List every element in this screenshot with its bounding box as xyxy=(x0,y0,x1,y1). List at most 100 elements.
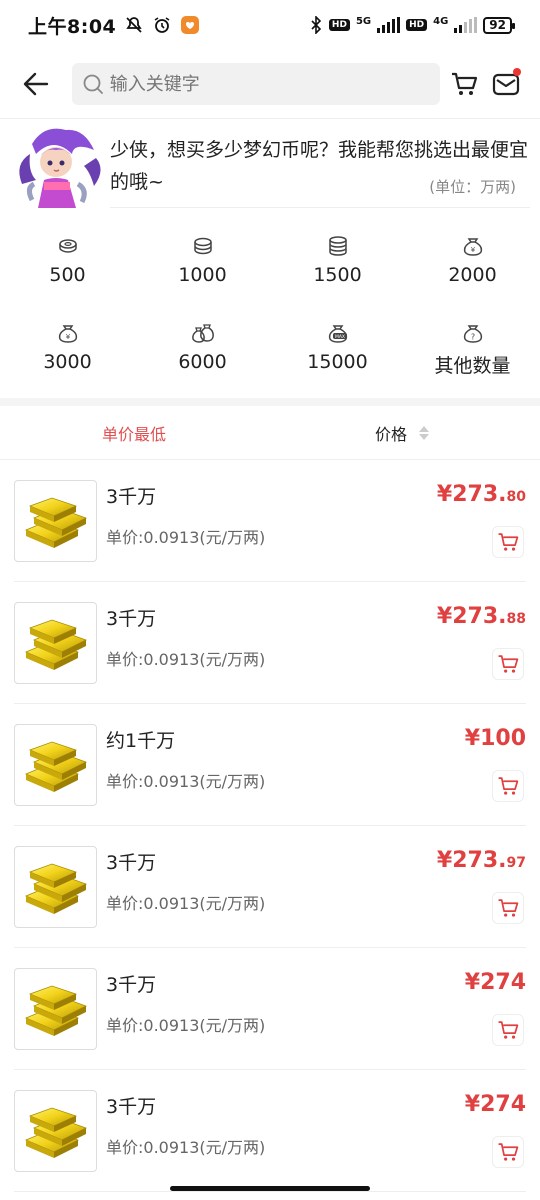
cart-button[interactable] xyxy=(446,64,482,104)
amount-option-1000[interactable]: 1000 xyxy=(135,222,270,309)
add-to-cart-button[interactable] xyxy=(492,770,524,802)
price-main: ¥273. xyxy=(436,848,507,873)
price-decimal: 88 xyxy=(506,611,526,627)
list-item[interactable]: 3千万 单价:0.0913(元/万两) ¥273.80 xyxy=(14,460,526,582)
amount-option-2000[interactable]: ¥ 2000 xyxy=(405,222,540,309)
message-button[interactable] xyxy=(488,64,524,104)
gold-bars-image xyxy=(14,968,97,1050)
gold-bars-image xyxy=(14,1090,97,1172)
search-input[interactable] xyxy=(109,73,430,95)
svg-text:?: ? xyxy=(470,333,474,342)
money-bag-max-icon: MAX xyxy=(328,325,347,343)
price-main: ¥100 xyxy=(464,726,526,751)
item-title: 3千万 xyxy=(106,608,157,630)
search-icon xyxy=(83,74,103,94)
item-unit-price: 单价:0.0913(元/万两) xyxy=(106,1138,266,1157)
gold-bars-icon xyxy=(24,985,87,1036)
search-box[interactable] xyxy=(71,63,440,105)
svg-text:¥: ¥ xyxy=(470,246,475,254)
helper-banner: 少侠，想买多少梦幻币呢？我能帮您挑选出最便宜的哦~ (单位：万两) xyxy=(0,120,540,208)
assistant-avatar xyxy=(19,128,101,208)
amount-label: 500 xyxy=(49,264,86,286)
gold-bars-icon xyxy=(24,619,87,670)
amount-option-15000[interactable]: MAX 15000 xyxy=(270,309,405,396)
amount-label: 3000 xyxy=(43,351,92,373)
header-divider xyxy=(0,118,540,119)
banner-divider xyxy=(110,207,530,208)
amount-label: 2000 xyxy=(448,264,497,286)
sort-by-price[interactable]: 价格 xyxy=(375,421,430,445)
unit-label: (单位：万两) xyxy=(429,178,516,196)
net-4g-label: 4G xyxy=(433,15,449,27)
item-unit-price: 单价:0.0913(元/万两) xyxy=(106,772,266,791)
gold-bars-icon xyxy=(24,863,87,914)
money-bag-question-icon: ? xyxy=(463,325,482,343)
amount-label: 1500 xyxy=(313,264,362,286)
add-to-cart-button[interactable] xyxy=(492,1014,524,1046)
amount-option-1500[interactable]: 1500 xyxy=(270,222,405,309)
item-unit-price: 单价:0.0913(元/万两) xyxy=(106,894,266,913)
sort-toggle-icon xyxy=(419,425,430,440)
money-bags-icon xyxy=(191,324,214,343)
item-title: 3千万 xyxy=(106,852,157,874)
hd-badge-2: HD xyxy=(406,19,428,31)
top-bar xyxy=(0,50,540,118)
unread-dot xyxy=(512,68,521,76)
svg-text:MAX: MAX xyxy=(334,334,344,340)
list-item[interactable]: 3千万 单价:0.0913(元/万两) ¥274 xyxy=(14,1070,526,1192)
list-item[interactable]: 3千万 单价:0.0913(元/万两) ¥274 xyxy=(14,948,526,1070)
amount-option-500[interactable]: 500 xyxy=(0,222,135,309)
price-main: ¥273. xyxy=(436,604,507,629)
coins-stack-icon xyxy=(193,237,212,255)
item-title: 约1千万 xyxy=(106,730,176,752)
home-indicator[interactable] xyxy=(170,1186,370,1191)
cart-icon xyxy=(498,899,519,917)
gold-bars-image xyxy=(14,846,97,928)
item-title: 3千万 xyxy=(106,486,157,508)
money-bag-icon: ¥ xyxy=(58,325,77,343)
battery-indicator: 92 xyxy=(483,16,515,34)
cart-icon xyxy=(498,533,519,551)
arrow-left-icon xyxy=(23,72,49,96)
item-unit-price: 单价:0.0913(元/万两) xyxy=(106,1016,266,1035)
item-price: ¥273.88 xyxy=(437,604,526,629)
add-to-cart-button[interactable] xyxy=(492,892,524,924)
add-to-cart-button[interactable] xyxy=(492,1136,524,1168)
sort-price-label: 价格 xyxy=(375,424,408,444)
bluetooth-icon xyxy=(311,16,322,34)
gold-bars-icon xyxy=(24,1107,87,1158)
money-bag-icon: ¥ xyxy=(463,238,482,256)
back-button[interactable] xyxy=(16,62,56,106)
amount-label: 6000 xyxy=(178,351,227,373)
section-separator xyxy=(0,398,540,406)
sort-bar: 单价最低 价格 xyxy=(0,406,540,460)
price-decimal: 97 xyxy=(506,855,526,871)
coins-small-icon xyxy=(58,239,77,253)
amount-grid: 500 1000 1500 ¥ 2000 ¥ 3000 6000 MAX 150… xyxy=(0,222,540,394)
gold-bars-image xyxy=(14,480,97,562)
net-5g-label: 5G xyxy=(355,15,372,27)
add-to-cart-button[interactable] xyxy=(492,526,524,558)
price-decimal: 80 xyxy=(506,489,526,505)
cart-icon xyxy=(498,1143,519,1161)
sort-lowest-unit-price[interactable]: 单价最低 xyxy=(102,421,166,445)
amount-option-other[interactable]: ? 其他数量 xyxy=(405,309,540,396)
item-unit-price: 单价:0.0913(元/万两) xyxy=(106,650,266,669)
add-to-cart-button[interactable] xyxy=(492,648,524,680)
amount-label: 1000 xyxy=(178,264,227,286)
item-price: ¥274 xyxy=(465,1092,526,1117)
list-item[interactable]: 约1千万 单价:0.0913(元/万两) ¥100 xyxy=(14,704,526,826)
price-main: ¥274 xyxy=(464,970,526,995)
app-notification-icon xyxy=(181,16,200,34)
list-item[interactable]: 3千万 单价:0.0913(元/万两) ¥273.88 xyxy=(14,582,526,704)
item-price: ¥274 xyxy=(465,970,526,995)
item-title: 3千万 xyxy=(106,974,157,996)
mute-icon xyxy=(126,17,142,33)
gold-bars-image xyxy=(14,602,97,684)
amount-option-6000[interactable]: 6000 xyxy=(135,309,270,396)
item-price: ¥273.97 xyxy=(437,848,526,873)
signal-5g-icon xyxy=(377,17,401,33)
amount-option-3000[interactable]: ¥ 3000 xyxy=(0,309,135,396)
list-item[interactable]: 3千万 单价:0.0913(元/万两) ¥273.97 xyxy=(14,826,526,948)
amount-label: 其他数量 xyxy=(434,355,511,377)
